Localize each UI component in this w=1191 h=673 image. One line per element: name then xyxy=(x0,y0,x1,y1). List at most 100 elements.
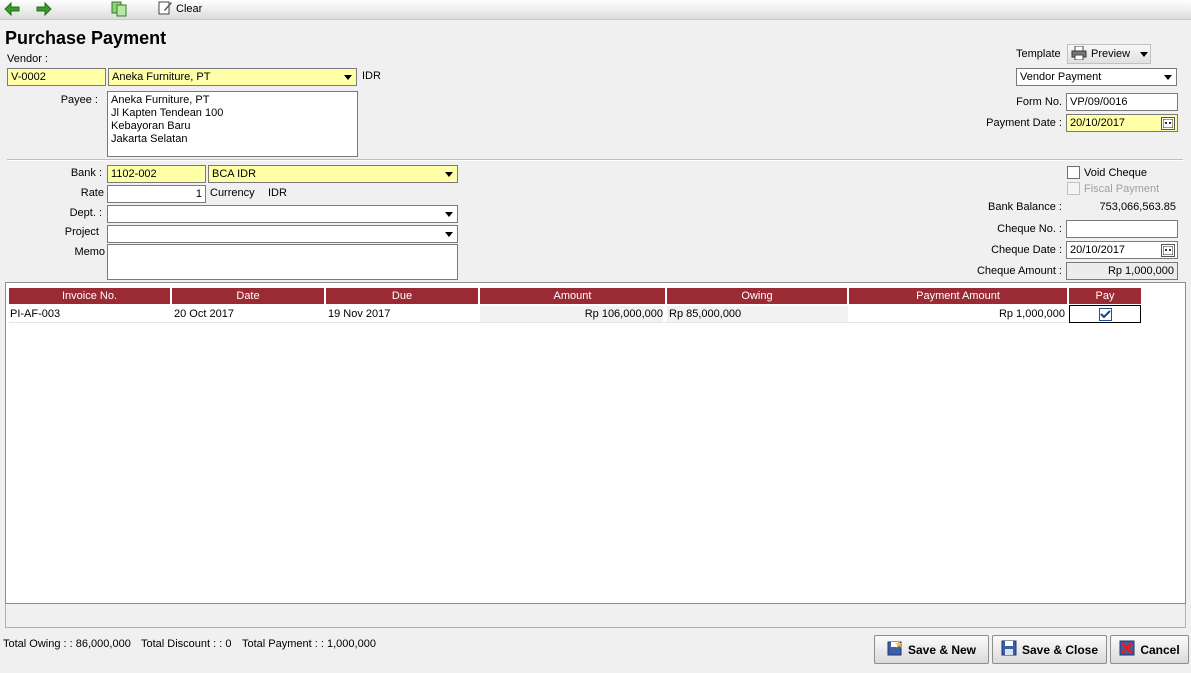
total-discount-label: Total Discount : : xyxy=(141,638,223,650)
total-discount: Total Discount : : 0 xyxy=(141,638,232,650)
column-header-payment-amount[interactable]: Payment Amount xyxy=(849,288,1068,304)
payee-line: Jl Kapten Tendean 100 xyxy=(111,107,224,119)
rate-label: Rate xyxy=(80,187,104,199)
memo-field[interactable] xyxy=(107,244,458,280)
section-divider xyxy=(7,159,1183,161)
pay-checkbox[interactable] xyxy=(1098,307,1112,321)
currency-label: Currency xyxy=(210,187,255,199)
payee-line: Jakarta Selatan xyxy=(111,133,188,145)
project-label: Project xyxy=(64,226,99,238)
bank-code-field[interactable]: 1102-002 xyxy=(107,165,206,183)
payment-date-value: 20/10/2017 xyxy=(1070,117,1126,129)
bank-label: Bank : xyxy=(70,167,102,179)
cell-invoice-no[interactable]: PI-AF-003 xyxy=(10,306,60,322)
cheque-amount-field: Rp 1,000,000 xyxy=(1066,262,1178,280)
total-owing-value: 86,000,000 xyxy=(75,638,131,650)
cheque-date-field[interactable]: 20/10/2017 xyxy=(1066,241,1178,259)
fiscal-payment-label: Fiscal Payment xyxy=(1084,182,1160,195)
dept-dropdown[interactable] xyxy=(107,205,458,223)
chevron-down-icon xyxy=(443,208,455,220)
grid-footer-strip xyxy=(5,604,1186,628)
checkbox-box xyxy=(1067,166,1080,179)
cell-date[interactable]: 20 Oct 2017 xyxy=(174,306,234,322)
vendor-name-dropdown[interactable]: Aneka Furniture, PT xyxy=(108,68,357,86)
total-payment-value: 1,000,000 xyxy=(327,638,376,650)
chevron-down-icon xyxy=(342,71,354,83)
cheque-no-field[interactable] xyxy=(1066,220,1178,238)
save-new-icon xyxy=(887,640,903,659)
chevron-down-icon xyxy=(1140,48,1149,60)
total-owing: Total Owing : : 86,000,000 xyxy=(3,638,131,650)
cancel-label: Cancel xyxy=(1140,642,1180,657)
void-cheque-label: Void Cheque xyxy=(1084,166,1147,179)
calendar-icon[interactable] xyxy=(1161,244,1175,257)
total-discount-value: 0 xyxy=(225,638,232,650)
bank-balance-value: 753,066,563.85 xyxy=(1099,201,1176,213)
bank-name-dropdown[interactable]: BCA IDR xyxy=(208,165,458,183)
cheque-date-label: Cheque Date : xyxy=(991,244,1062,256)
column-header-invoice-no[interactable]: Invoice No. xyxy=(9,288,171,304)
save-and-new-button[interactable]: Save & New xyxy=(874,635,989,664)
form-no-label: Form No. xyxy=(1016,96,1062,108)
clear-label: Clear xyxy=(176,3,203,15)
cell-amount[interactable]: Rp 106,000,000 xyxy=(480,306,663,322)
save-and-new-label: Save & New xyxy=(907,642,977,657)
void-cheque-checkbox[interactable]: Void Cheque xyxy=(1067,166,1147,179)
cell-pay[interactable] xyxy=(1069,305,1141,323)
clear-button[interactable]: Clear xyxy=(158,1,202,17)
save-and-close-button[interactable]: Save & Close xyxy=(992,635,1107,664)
preview-label: Preview xyxy=(1091,48,1131,60)
cheque-amount-label: Cheque Amount : xyxy=(976,265,1062,277)
column-header-owing[interactable]: Owing xyxy=(667,288,848,304)
column-header-date[interactable]: Date xyxy=(172,288,325,304)
chevron-down-icon xyxy=(443,228,455,240)
cell-owing[interactable]: Rp 85,000,000 xyxy=(667,306,848,322)
payment-date-field[interactable]: 20/10/2017 xyxy=(1066,114,1178,132)
cheque-no-label: Cheque No. : xyxy=(997,223,1062,235)
cell-payment-amount[interactable]: Rp 1,000,000 xyxy=(849,306,1065,322)
calendar-icon[interactable] xyxy=(1161,117,1175,130)
forward-arrow-icon[interactable] xyxy=(35,1,53,17)
total-payment: Total Payment : : 1,000,000 xyxy=(242,638,376,650)
column-header-due[interactable]: Due xyxy=(326,288,479,304)
bank-balance-label: Bank Balance : xyxy=(988,201,1062,213)
back-arrow-icon[interactable] xyxy=(3,1,21,17)
vendor-label: Vendor : xyxy=(7,53,48,65)
payee-address-field[interactable]: Aneka Furniture, PT Jl Kapten Tendean 10… xyxy=(107,91,358,157)
page-title: Purchase Payment xyxy=(5,28,167,48)
save-icon xyxy=(1001,640,1017,659)
vendor-currency: IDR xyxy=(362,70,381,82)
cheque-date-value: 20/10/2017 xyxy=(1070,244,1126,256)
chevron-down-icon xyxy=(443,168,455,180)
vendor-name-value: Aneka Furniture, PT xyxy=(112,71,211,83)
payment-date-label: Payment Date : xyxy=(986,117,1062,129)
project-dropdown[interactable] xyxy=(107,225,458,243)
template-label: Template xyxy=(1016,48,1061,60)
dept-label: Dept. : xyxy=(69,207,102,219)
save-and-close-label: Save & Close xyxy=(1021,642,1099,657)
toolbar: Clear xyxy=(0,0,1191,20)
currency-value: IDR xyxy=(268,187,287,199)
bank-name-value: BCA IDR xyxy=(212,168,257,180)
preview-button[interactable]: Preview xyxy=(1067,44,1151,64)
memo-label: Memo xyxy=(74,246,105,258)
vendor-code-field[interactable]: V-0002 xyxy=(7,68,106,86)
cancel-button[interactable]: Cancel xyxy=(1110,635,1189,664)
template-dropdown[interactable]: Vendor Payment xyxy=(1016,68,1177,86)
payee-line: Aneka Furniture, PT xyxy=(111,94,210,106)
payee-line: Kebayoran Baru xyxy=(111,120,191,132)
chevron-down-icon xyxy=(1162,71,1174,83)
column-header-pay[interactable]: Pay xyxy=(1069,288,1141,304)
form-no-field[interactable]: VP/09/0016 xyxy=(1066,93,1178,111)
fiscal-payment-checkbox[interactable]: Fiscal Payment xyxy=(1067,182,1159,195)
check-icon xyxy=(1099,309,1111,318)
cell-due[interactable]: 19 Nov 2017 xyxy=(328,306,390,322)
payee-label: Payee : xyxy=(60,94,98,106)
column-header-amount[interactable]: Amount xyxy=(480,288,666,304)
total-payment-label: Total Payment : : xyxy=(242,638,324,650)
rate-field[interactable]: 1 xyxy=(107,185,206,203)
edit-icon xyxy=(158,0,173,18)
template-value: Vendor Payment xyxy=(1020,71,1102,83)
checkbox-box xyxy=(1067,182,1080,195)
copy-icon[interactable] xyxy=(110,1,128,17)
